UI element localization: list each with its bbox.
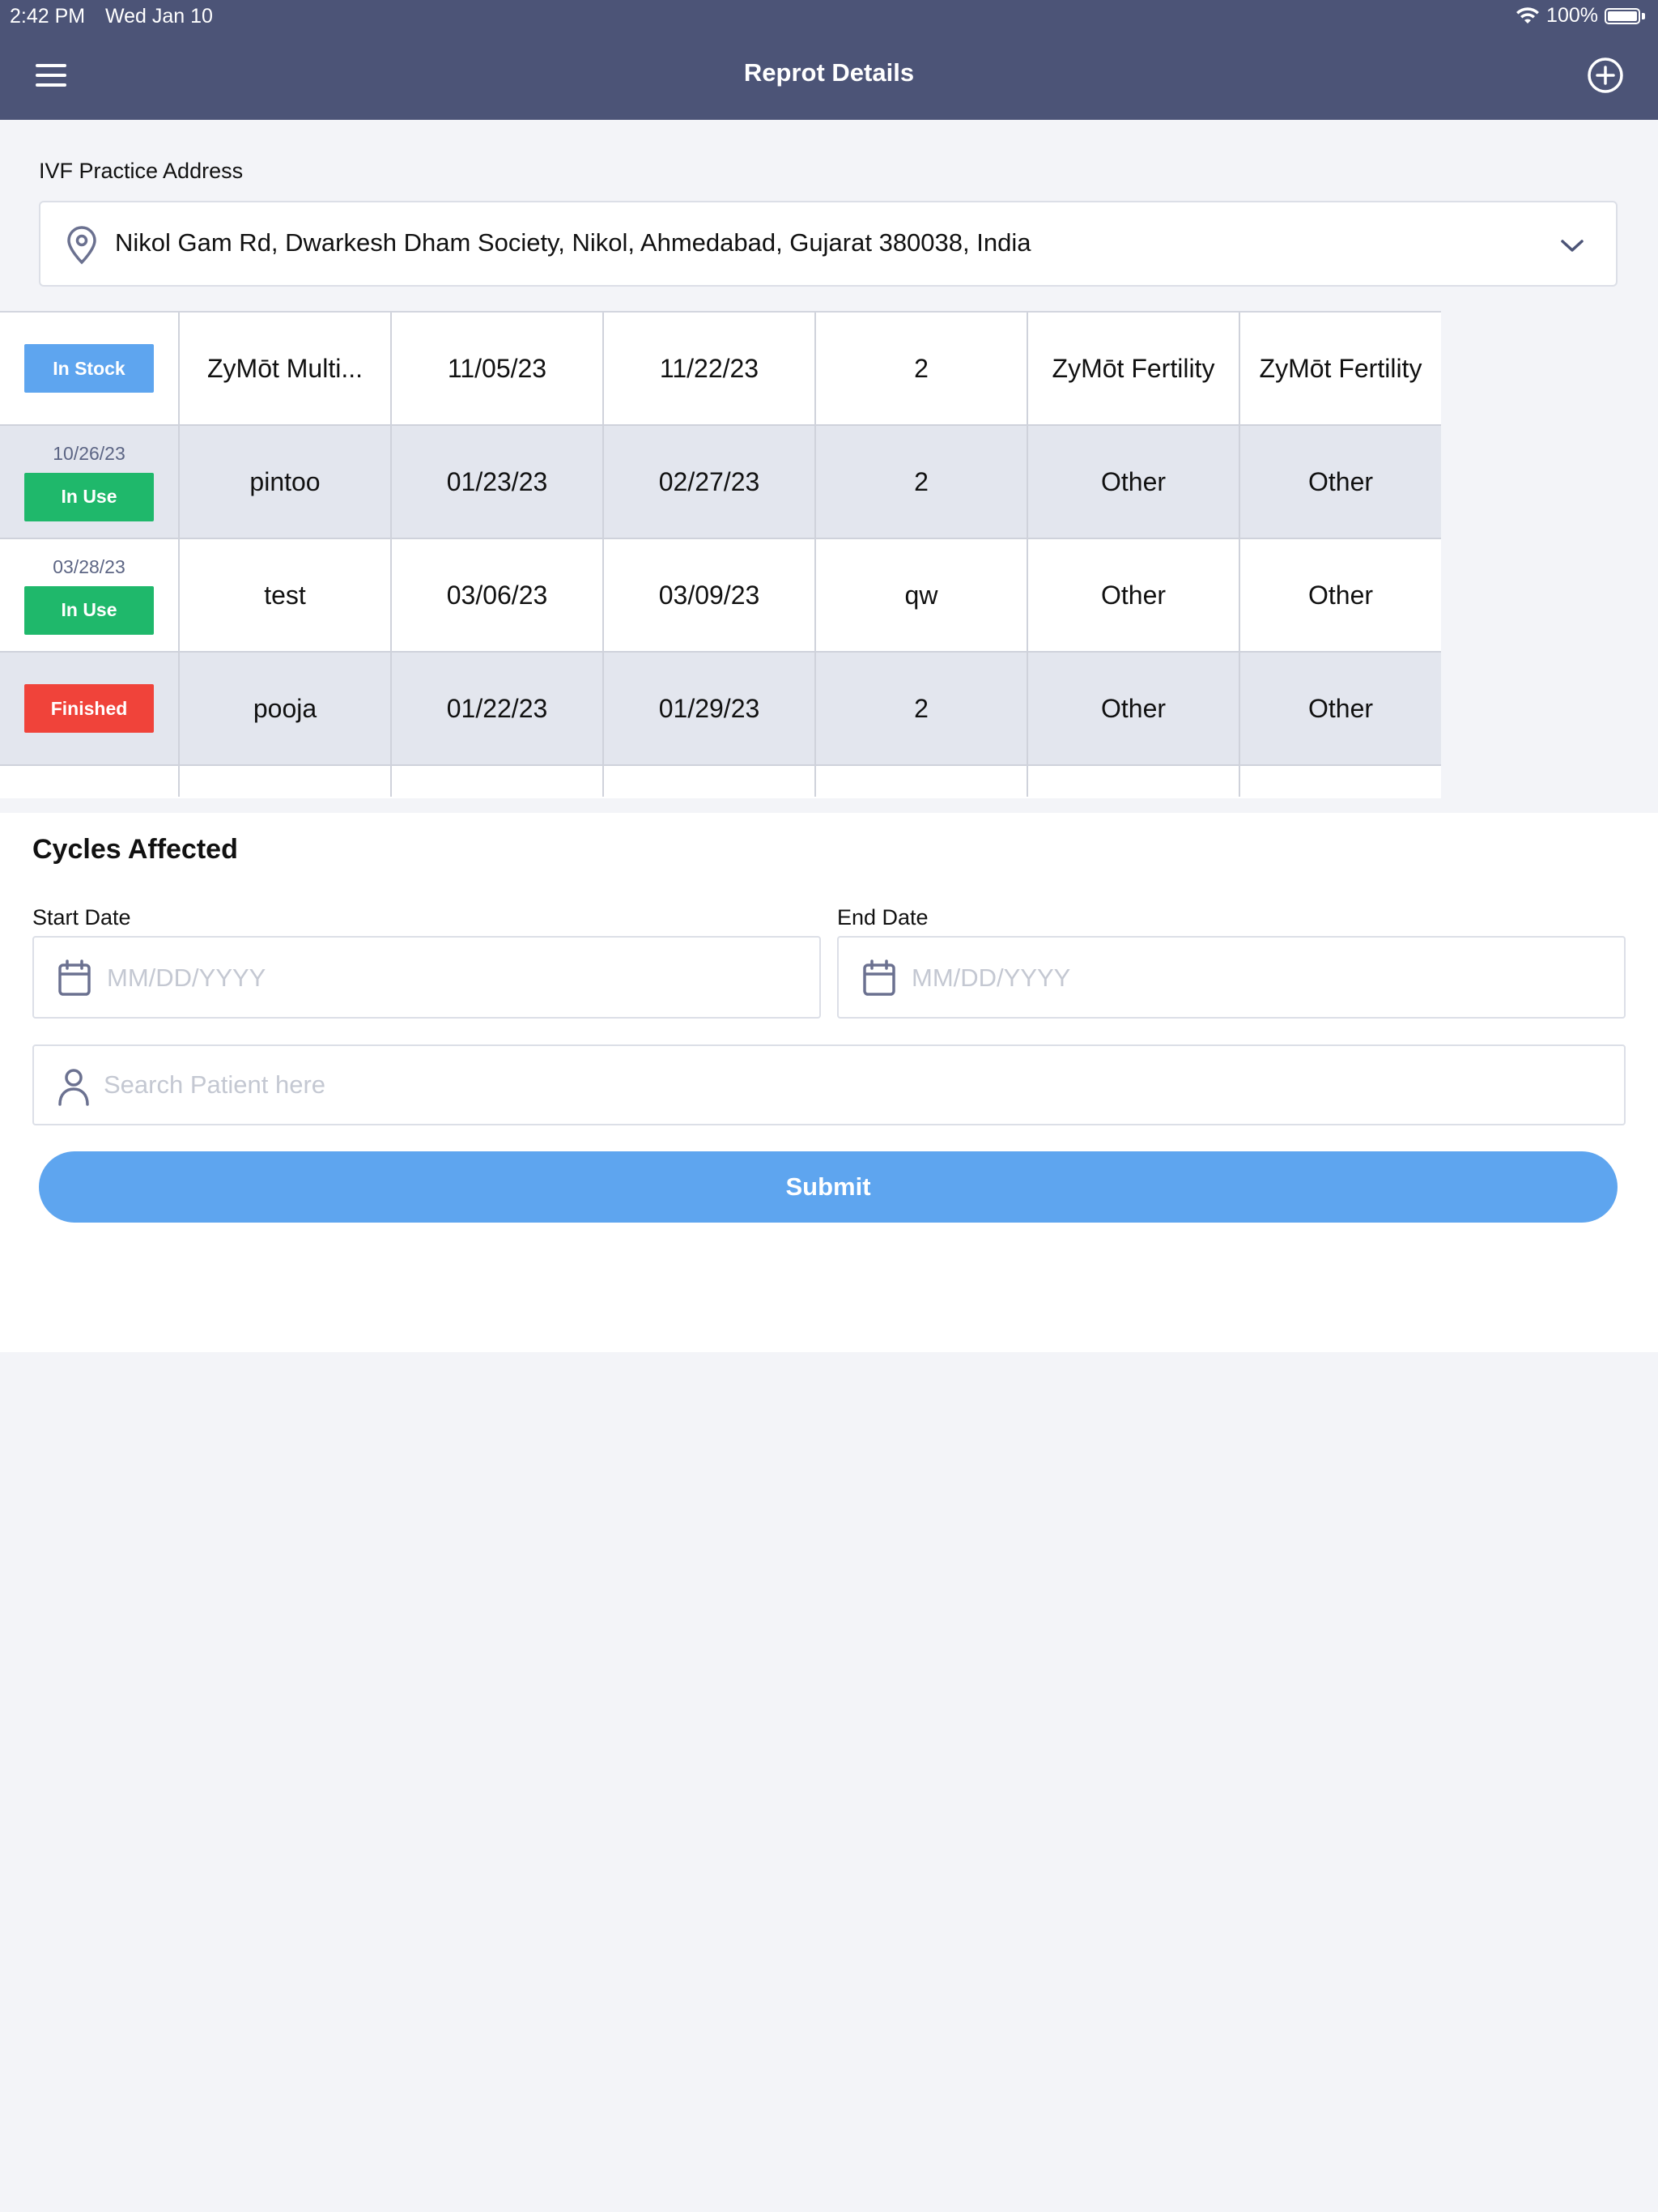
- wifi-icon: [1516, 6, 1540, 23]
- quantity-cell: qw: [816, 539, 1028, 651]
- quantity-cell: 2: [816, 653, 1028, 764]
- table-row[interactable]: In Stock ZyMōt Multi... 11/05/23 11/22/2…: [0, 313, 1441, 426]
- table-row[interactable]: 10/26/23 In Use pintoo 01/23/23 02/27/23…: [0, 426, 1441, 539]
- patient-search-input[interactable]: Search Patient here: [32, 1044, 1626, 1125]
- end-date-field[interactable]: MM/DD/YYYY: [837, 936, 1626, 1019]
- quantity-cell: 2: [816, 313, 1028, 424]
- calendar-icon: [863, 959, 895, 996]
- brand-cell: ZyMōt Fertility: [1028, 313, 1240, 424]
- end-date-cell: 11/22/23: [604, 313, 816, 424]
- battery-percent: 100%: [1546, 4, 1598, 27]
- status-cell: Finished: [0, 653, 180, 764]
- add-circle-icon[interactable]: [1587, 57, 1624, 94]
- end-date-cell: 01/29/23: [604, 653, 816, 764]
- cycles-affected-panel: Cycles Affected Start Date End Date MM/D…: [0, 813, 1658, 1352]
- empty-cell: [0, 766, 180, 797]
- quantity-cell: 2: [816, 426, 1028, 538]
- calendar-icon: [58, 959, 91, 996]
- page-title: Reprot Details: [743, 58, 915, 87]
- status-date: Wed Jan 10: [105, 5, 213, 28]
- status-right: 100%: [1516, 4, 1645, 28]
- submit-button[interactable]: Submit: [39, 1151, 1618, 1223]
- table-row[interactable]: 03/28/23 In Use test 03/06/23 03/09/23 q…: [0, 539, 1441, 653]
- status-badge[interactable]: In Use: [24, 585, 154, 635]
- start-date-field[interactable]: MM/DD/YYYY: [32, 936, 821, 1019]
- chevron-down-icon: [1561, 240, 1584, 252]
- status-cell: 10/26/23 In Use: [0, 426, 180, 538]
- brand-cell: Other: [1028, 653, 1240, 764]
- search-placeholder: Search Patient here: [104, 1070, 326, 1099]
- name-cell: test: [180, 539, 392, 651]
- table-row-partial: [0, 766, 1441, 797]
- end-date-cell: 03/09/23: [604, 539, 816, 651]
- battery-tip: [1642, 12, 1645, 19]
- name-cell: ZyMōt Multi...: [180, 313, 392, 424]
- empty-cell: [1240, 766, 1441, 797]
- name-cell: pintoo: [180, 426, 392, 538]
- type-cell: Other: [1307, 580, 1374, 610]
- empty-cell: [392, 766, 604, 797]
- name-cell: pooja: [180, 653, 392, 764]
- status-badge[interactable]: Finished: [24, 684, 154, 733]
- start-date-cell: 01/23/23: [392, 426, 604, 538]
- type-cell: Other: [1307, 466, 1374, 496]
- nav-bar: Reprot Details: [0, 32, 1658, 120]
- status-cell: In Stock: [0, 313, 180, 424]
- type-cell: ZyMōt Fertility: [1259, 353, 1422, 383]
- address-value: Nikol Gam Rd, Dwarkesh Dham Society, Nik…: [115, 228, 1031, 257]
- location-pin-icon: [67, 226, 96, 265]
- section-title: Cycles Affected: [32, 834, 238, 865]
- inventory-table: In Stock ZyMōt Multi... 11/05/23 11/22/2…: [0, 311, 1441, 798]
- address-dropdown[interactable]: Nikol Gam Rd, Dwarkesh Dham Society, Nik…: [39, 201, 1618, 287]
- battery-icon: [1605, 7, 1640, 24]
- empty-cell: [816, 766, 1028, 797]
- end-date-placeholder: MM/DD/YYYY: [912, 963, 1071, 992]
- end-date-label: End Date: [837, 905, 929, 929]
- status-date: 03/28/23: [53, 555, 125, 577]
- status-bar: 2:42 PM Wed Jan 10 100%: [0, 0, 1658, 32]
- empty-cell: [604, 766, 816, 797]
- type-cell: Other: [1307, 693, 1374, 723]
- start-date-cell: 03/06/23: [392, 539, 604, 651]
- address-label: IVF Practice Address: [39, 159, 244, 183]
- status-time: 2:42 PM: [10, 5, 86, 28]
- user-icon: [58, 1069, 89, 1106]
- end-date-cell: 02/27/23: [604, 426, 816, 538]
- brand-cell: Other: [1028, 426, 1240, 538]
- table-row[interactable]: Finished pooja 01/22/23 01/29/23 2 Other…: [0, 653, 1441, 766]
- empty-cell: [1028, 766, 1240, 797]
- status-badge[interactable]: In Stock: [24, 344, 154, 393]
- status-date: 10/26/23: [53, 442, 125, 464]
- empty-cell: [180, 766, 392, 797]
- start-date-placeholder: MM/DD/YYYY: [107, 963, 266, 992]
- start-date-cell: 01/22/23: [392, 653, 604, 764]
- brand-cell: Other: [1028, 539, 1240, 651]
- start-date-label: Start Date: [32, 905, 131, 929]
- status-cell: 03/28/23 In Use: [0, 539, 180, 651]
- start-date-cell: 11/05/23: [392, 313, 604, 424]
- status-badge[interactable]: In Use: [24, 472, 154, 521]
